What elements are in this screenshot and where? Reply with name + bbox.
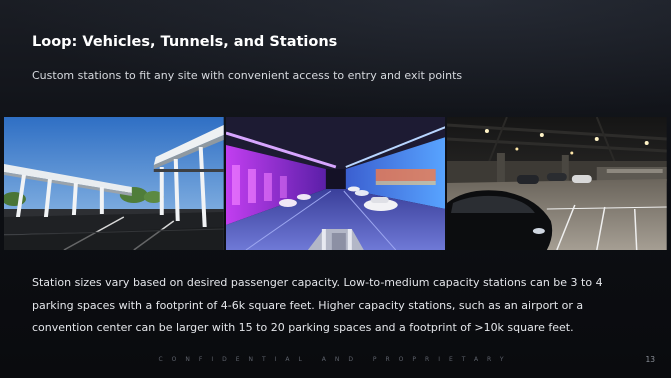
photo-strip (4, 117, 668, 250)
outdoor-station-canopy-photo (4, 117, 224, 250)
body-line: convention center can be larger with 15 … (32, 321, 574, 334)
slide-title: Loop: Vehicles, Tunnels, and Stations (32, 34, 338, 50)
indoor-garage-station-photo (447, 117, 668, 250)
body-paragraph: Station sizes vary based on desired pass… (32, 272, 642, 340)
indoor-garage-station-image (447, 117, 668, 250)
body-line: parking spaces with a footprint of 4-6k … (32, 298, 584, 312)
slide-subtitle: Custom stations to fit any site with con… (32, 69, 463, 82)
tunnel-station-purple-lit-photo (225, 117, 446, 250)
page-number: 13 (645, 355, 655, 364)
slide: Loop: Vehicles, Tunnels, and Stations Cu… (0, 0, 671, 378)
body-line: Station sizes vary based on desired pass… (32, 276, 603, 289)
confidential-footer: CONFIDENTIAL AND PROPRIETARY (158, 356, 513, 363)
outdoor-station-canopy-image (4, 117, 224, 250)
tunnel-station-purple-lit-image (225, 117, 446, 250)
